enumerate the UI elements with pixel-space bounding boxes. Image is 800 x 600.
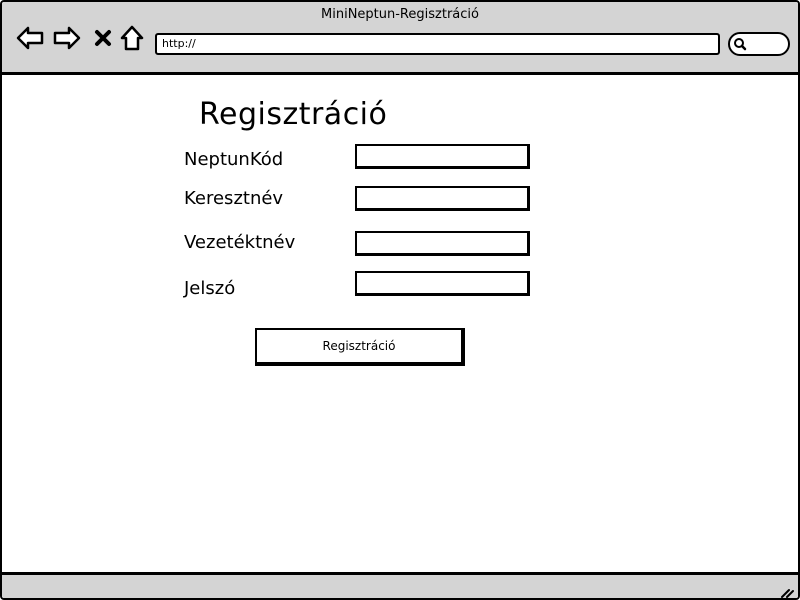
neptun-code-field[interactable] <box>355 144 530 169</box>
search-icon <box>734 38 747 51</box>
close-icon[interactable] <box>89 24 117 52</box>
status-bar <box>2 572 798 598</box>
neptun-code-label: NeptunKód <box>184 149 284 170</box>
first-name-label: Keresztnév <box>184 188 284 209</box>
password-label: Jelszó <box>184 278 236 299</box>
resize-grip-icon[interactable] <box>780 586 794 598</box>
last-name-label: Vezetéktnév <box>184 232 296 253</box>
page-title: Regisztráció <box>199 97 388 132</box>
window-title: MiniNeptun-Regisztráció <box>321 7 479 22</box>
browser-window: MiniNeptun-Regisztráció http:// Regisztr… <box>0 0 800 600</box>
password-field[interactable] <box>355 271 530 296</box>
page-content: Regisztráció NeptunKód Keresztnév Vezeté… <box>2 75 798 572</box>
back-arrow-icon[interactable] <box>16 24 44 52</box>
forward-arrow-icon[interactable] <box>53 24 81 52</box>
home-icon[interactable] <box>118 24 146 52</box>
search-field[interactable] <box>728 32 790 56</box>
last-name-field[interactable] <box>355 231 530 256</box>
register-button[interactable]: Regisztráció <box>255 328 465 366</box>
url-input[interactable]: http:// <box>155 33 720 55</box>
first-name-field[interactable] <box>355 186 530 211</box>
browser-toolbar: MiniNeptun-Regisztráció http:// <box>2 2 798 75</box>
